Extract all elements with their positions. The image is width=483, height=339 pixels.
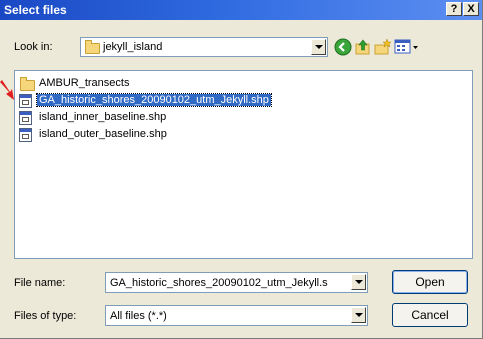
chevron-down-icon[interactable] — [351, 274, 366, 290]
file-name: island_inner_baseline.shp — [39, 111, 167, 123]
red-arrow-icon — [0, 80, 14, 100]
dialog-title: Select files — [4, 3, 67, 17]
shapefile-icon — [19, 111, 32, 125]
file-list[interactable]: AMBUR_transects GA_historic_shores_20090… — [14, 70, 473, 259]
title-bar[interactable]: Select files ? X — [0, 0, 482, 20]
file-name: AMBUR_transects — [39, 77, 130, 89]
shapefile-icon — [19, 94, 32, 108]
file-name-label: File name: — [14, 277, 66, 289]
view-menu-icon[interactable] — [394, 38, 420, 56]
file-name: island_outer_baseline.shp — [39, 128, 167, 140]
file-name-value: GA_historic_shores_20090102_utm_Jekyll.s — [110, 277, 328, 289]
chevron-down-icon[interactable] — [311, 39, 326, 55]
new-folder-icon[interactable] — [374, 38, 392, 56]
file-type-dropdown[interactable]: All files (*.*) — [105, 305, 368, 326]
back-icon[interactable] — [334, 38, 352, 56]
close-button[interactable]: X — [463, 2, 479, 16]
folder-icon — [85, 40, 100, 54]
select-files-dialog: Select files ? X Look in: jekyll_island … — [0, 0, 483, 339]
look-in-dropdown[interactable]: jekyll_island — [80, 37, 328, 57]
file-type-value: All files (*.*) — [110, 310, 167, 322]
file-type-label: Files of type: — [14, 310, 77, 322]
chevron-down-icon[interactable] — [351, 307, 366, 323]
folder-icon — [20, 77, 35, 91]
look-in-value: jekyll_island — [103, 41, 163, 53]
up-folder-icon[interactable] — [354, 38, 372, 56]
cancel-button[interactable]: Cancel — [392, 303, 468, 327]
shapefile-icon — [19, 128, 32, 142]
file-name-input[interactable]: GA_historic_shores_20090102_utm_Jekyll.s — [105, 272, 368, 293]
file-name: GA_historic_shores_20090102_utm_Jekyll.s… — [36, 93, 272, 107]
open-button[interactable]: Open — [392, 270, 468, 294]
look-in-label: Look in: — [14, 41, 53, 53]
help-button[interactable]: ? — [446, 2, 462, 16]
